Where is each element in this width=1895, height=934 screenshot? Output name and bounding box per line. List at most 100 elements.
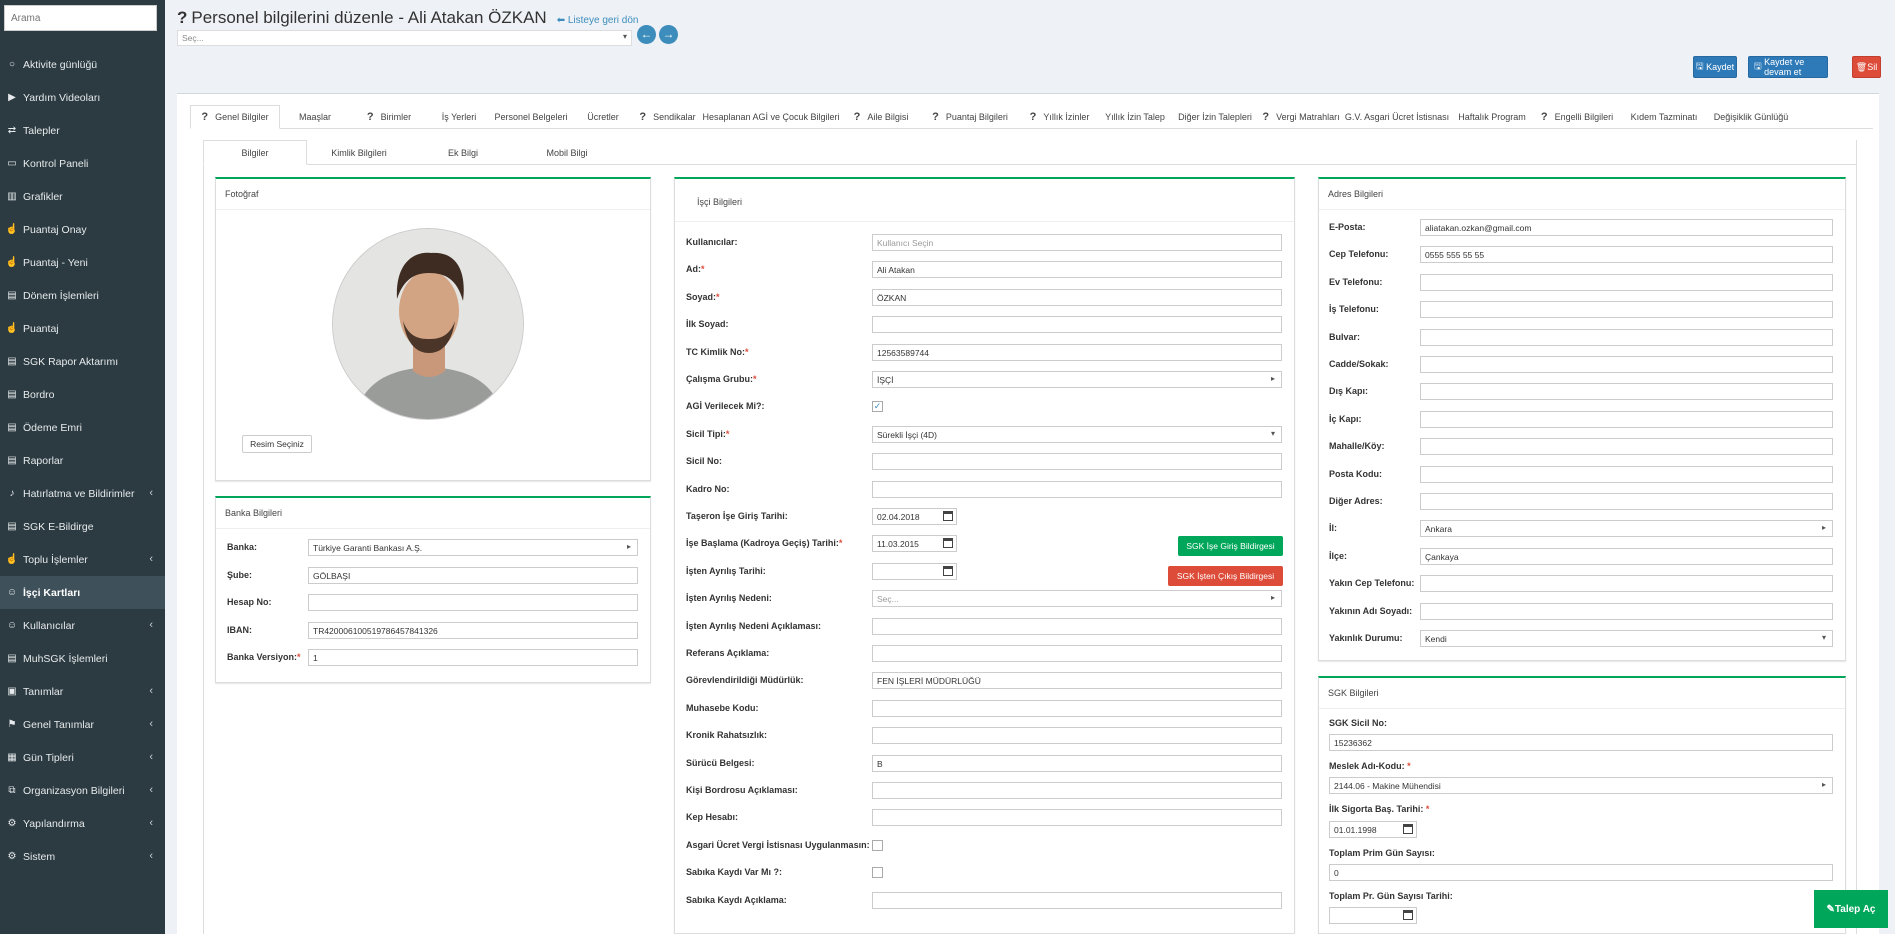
sidebar-item[interactable]: ○ Aktivite günlüğü [0, 48, 165, 81]
field-input[interactable]: 11.03.2015 [872, 535, 957, 553]
sidebar-item[interactable]: ☝ Toplu İşlemler ‹ [0, 543, 165, 576]
next-arrow-icon[interactable]: → [659, 25, 678, 44]
tab-3[interactable]: İş Yerleri [428, 105, 490, 129]
tab-8[interactable]: ? Aile Bilgisi [841, 105, 921, 129]
tab-16[interactable]: ? Engelli Bilgileri [1532, 105, 1622, 129]
sidebar-item[interactable]: ☝ Puantaj - Yeni [0, 246, 165, 279]
sidebar-item[interactable]: ▤ SGK Rapor Aktarımı [0, 345, 165, 378]
tab-1[interactable]: Maaşlar [280, 105, 350, 129]
save-continue-button[interactable]: 🖫 Kaydet ve devam et [1748, 56, 1828, 78]
search-input[interactable] [4, 5, 157, 31]
calendar-icon[interactable] [943, 538, 953, 549]
field-input[interactable] [1420, 602, 1833, 620]
sgk-entry-button[interactable]: SGK İşe Giriş Bildirgesi [1178, 536, 1283, 556]
sidebar-item[interactable]: ▤ Raporlar [0, 444, 165, 477]
field-input[interactable] [1420, 438, 1833, 456]
field-input[interactable]: FEN İŞLERİ MÜDÜRLÜĞÜ [872, 672, 1282, 690]
tab-6[interactable]: ? Sendikalar [634, 105, 701, 129]
tab-14[interactable]: G.V. Asgari Ücret İstisnası [1342, 105, 1452, 129]
sidebar-item[interactable]: ▶ Yardım Videoları [0, 81, 165, 114]
field-input[interactable] [872, 782, 1282, 799]
save-button[interactable]: 🖫 Kaydet [1693, 56, 1737, 78]
tab-4[interactable]: Personel Belgeleri [490, 105, 572, 129]
field-input[interactable]: 0555 555 55 55 [1420, 246, 1833, 264]
tab-7[interactable]: Hesaplanan AGİ ve Çocuk Bilgileri [701, 105, 841, 129]
help-icon[interactable]: ? [639, 111, 646, 123]
sidebar-item[interactable]: ▤ Bordro [0, 378, 165, 411]
field-input[interactable] [872, 480, 1282, 498]
calendar-icon[interactable] [943, 565, 953, 576]
sidebar-item[interactable]: ▭ Kontrol Paneli [0, 147, 165, 180]
tab-5[interactable]: Ücretler [572, 105, 634, 129]
field-input[interactable]: aliatakan.ozkan@gmail.com [1420, 219, 1833, 236]
sidebar-item[interactable]: ▥ Grafikler [0, 180, 165, 213]
field-input[interactable] [872, 562, 957, 580]
field-input[interactable]: 02.04.2018 [872, 508, 957, 525]
sidebar-item[interactable]: ⇄ Talepler [0, 114, 165, 147]
tab-13[interactable]: ? Vergi Matrahları [1260, 105, 1342, 129]
employee-select[interactable]: Seç... ▾ [177, 30, 632, 46]
help-icon[interactable]: ? [1541, 111, 1548, 123]
sidebar-item[interactable]: ▤ SGK E-Bildirge [0, 510, 165, 543]
sidebar-item[interactable]: ♪ Hatırlatma ve Bildirimler ‹ [0, 477, 165, 510]
sidebar-item[interactable]: ▦ Gün Tipleri ‹ [0, 741, 165, 774]
field-input[interactable]: GÖLBAŞI [308, 566, 638, 584]
checkbox[interactable]: ✓ [872, 401, 883, 413]
tab-0[interactable]: ? Genel Bilgiler [190, 105, 280, 129]
calendar-icon[interactable] [1403, 824, 1413, 834]
subtab-3[interactable]: Mobil Bilgi [515, 140, 619, 165]
field-input[interactable] [1420, 575, 1833, 593]
help-icon[interactable]: ? [201, 111, 208, 123]
sidebar-item[interactable]: ▤ Dönem İşlemleri [0, 279, 165, 312]
sidebar-item[interactable]: ☺ Kullanıcılar ‹ [0, 609, 165, 642]
field-input[interactable] [872, 699, 1282, 717]
sidebar-item[interactable]: ☺ İşçi Kartları [0, 576, 165, 609]
field-input[interactable]: Ankara ▸ [1420, 520, 1833, 538]
subtab-1[interactable]: Kimlik Bilgileri [307, 140, 411, 165]
help-icon[interactable]: ? [367, 111, 374, 123]
sidebar-item[interactable]: ⧉ Organizasyon Bilgileri ‹ [0, 774, 165, 807]
field-input[interactable]: TR420006100519786457841326 [308, 621, 638, 639]
field-input[interactable]: 1 [308, 649, 638, 666]
back-to-list-link[interactable]: ⬅ Listeye geri dön [557, 15, 639, 26]
previous-arrow-icon[interactable]: ← [637, 25, 656, 44]
field-input[interactable] [1420, 273, 1833, 291]
field-input[interactable]: Çankaya [1420, 547, 1833, 565]
tab-2[interactable]: ? Birimler [350, 105, 428, 129]
field-input[interactable] [872, 727, 1282, 745]
sidebar-item[interactable]: ☝ Puantaj Onay [0, 213, 165, 246]
help-icon[interactable]: ? [854, 111, 861, 123]
tab-12[interactable]: Diğer İzin Talepleri [1170, 105, 1260, 129]
calendar-icon[interactable] [1403, 910, 1413, 920]
occupation-select[interactable]: 2144.06 - Makine Mühendisi ▸ [1329, 777, 1833, 794]
sgk-exit-button[interactable]: SGK İşten Çıkış Bildirgesi [1168, 566, 1283, 586]
field-input[interactable]: B [872, 754, 1282, 772]
field-input[interactable]: 12563589744 [872, 343, 1282, 361]
tab-17[interactable]: Kıdem Tazminatı [1622, 105, 1706, 129]
premium-days-date-input[interactable] [1329, 907, 1417, 924]
sidebar-item[interactable]: ▤ Ödeme Emri [0, 411, 165, 444]
tab-10[interactable]: ? Yıllık İzinler [1019, 105, 1100, 129]
subtab-0[interactable]: Bilgiler [203, 140, 307, 165]
tab-15[interactable]: Haftalık Program [1452, 105, 1532, 129]
field-input[interactable] [1420, 328, 1833, 346]
total-premium-days-input[interactable]: 0 [1329, 864, 1833, 881]
field-input[interactable] [872, 809, 1282, 827]
select-photo-button[interactable]: Resim Seçiniz [242, 435, 312, 453]
sgk-sicil-input[interactable]: 15236362 [1329, 734, 1833, 751]
field-input[interactable]: Türkiye Garanti Bankası A.Ş. ▸ [308, 539, 638, 556]
field-input[interactable] [872, 617, 1282, 635]
tab-18[interactable]: Değişiklik Günlüğü [1706, 105, 1796, 129]
field-input[interactable]: İŞÇİ ▸ [872, 371, 1282, 388]
field-input[interactable] [1420, 410, 1833, 428]
subtab-2[interactable]: Ek Bilgi [411, 140, 515, 165]
field-input[interactable]: Ali Atakan [872, 261, 1282, 279]
tab-11[interactable]: Yıllık İzin Talep [1100, 105, 1170, 129]
field-input[interactable]: Kendi ▾ [1420, 630, 1833, 647]
open-request-button[interactable]: ✎ Talep Aç [1814, 890, 1888, 928]
field-input[interactable]: Sürekli İşçi (4D) ▾ [872, 425, 1282, 443]
field-input[interactable] [1420, 301, 1833, 319]
first-insurance-date-input[interactable]: 01.01.1998 [1329, 821, 1417, 838]
sidebar-item[interactable]: ▣ Tanımlar ‹ [0, 675, 165, 708]
sidebar-item[interactable]: ▤ MuhSGK İşlemleri [0, 642, 165, 675]
